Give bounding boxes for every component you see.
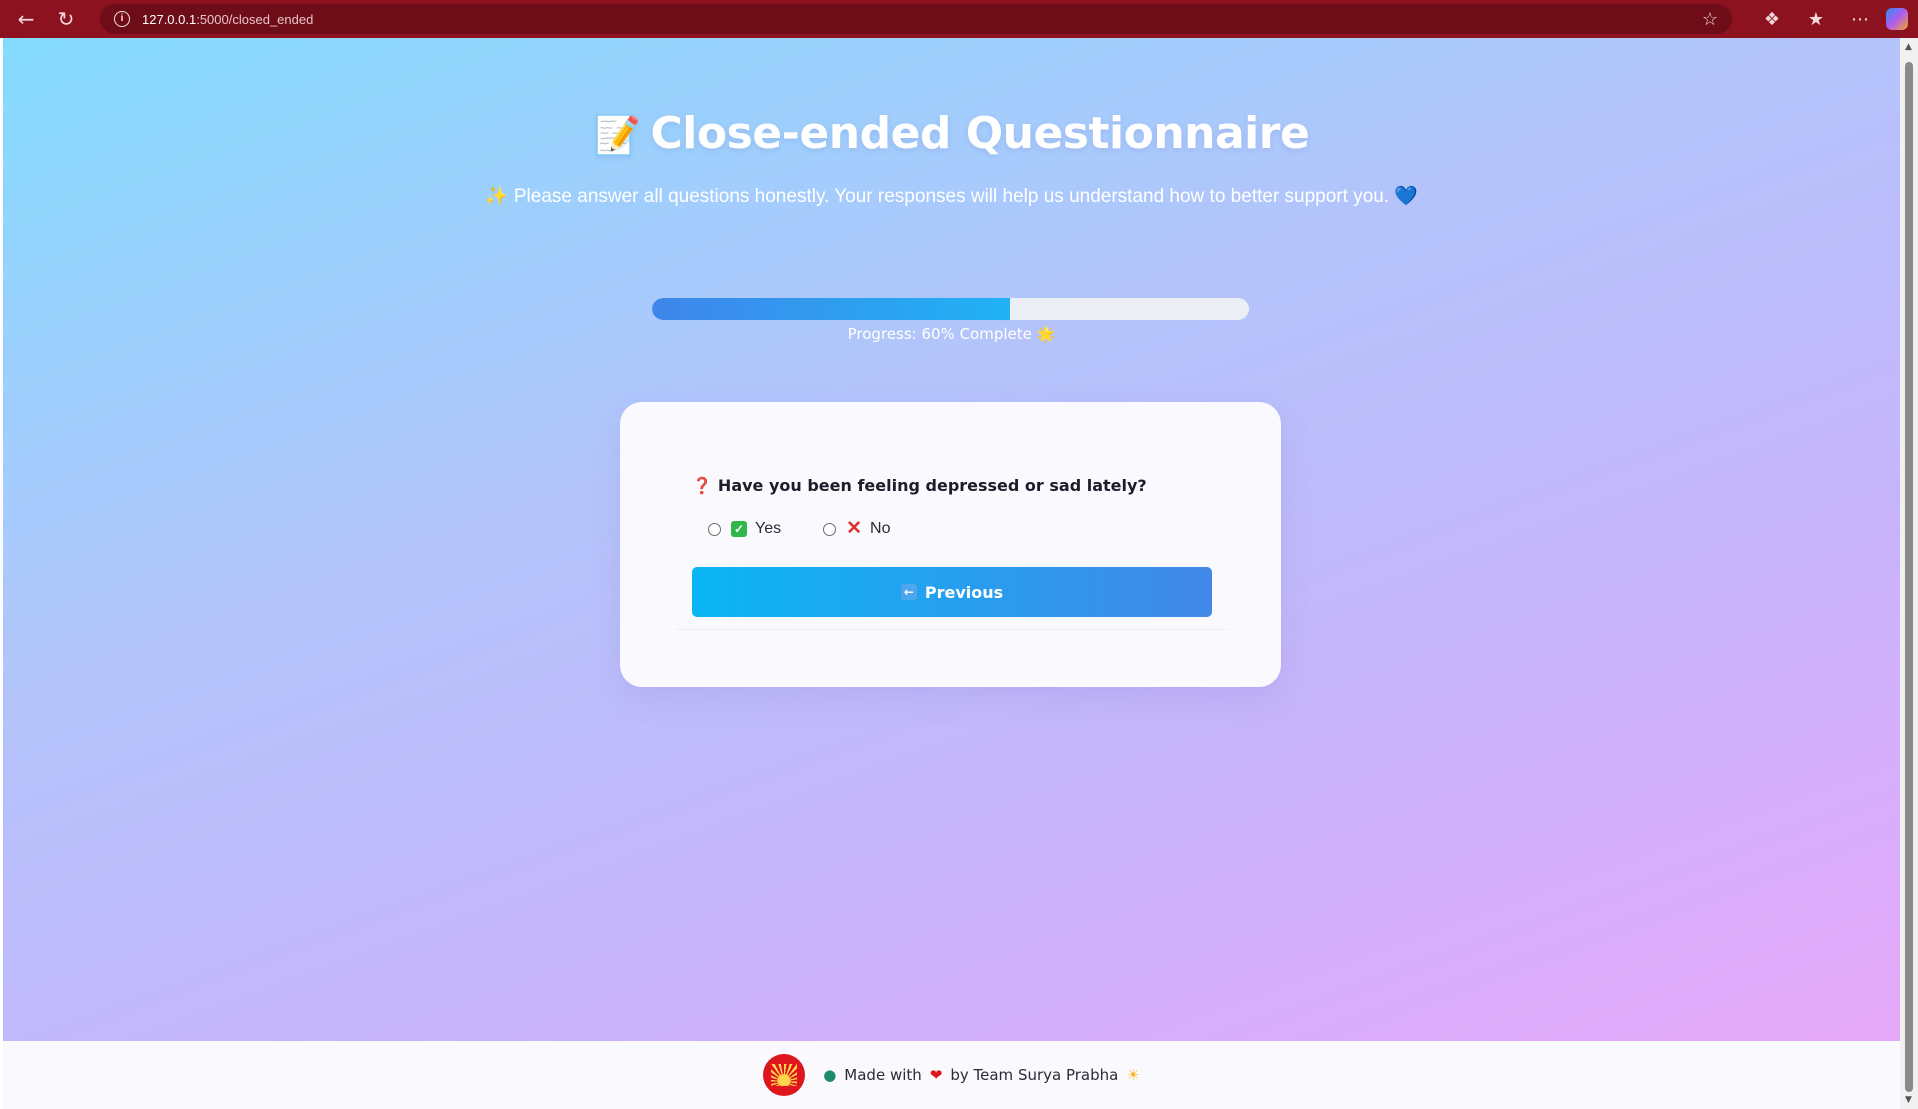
page-footer: ● Made with ❤ by Team Surya Prabha ☀ xyxy=(3,1041,1900,1109)
footer-team: by Team Surya Prabha xyxy=(950,1066,1119,1084)
option-no-label: No xyxy=(870,520,891,537)
sunburst-icon xyxy=(771,1064,798,1086)
url-path: :5000/closed_ended xyxy=(196,11,314,27)
globe-icon: ● xyxy=(823,1066,837,1084)
browser-toolbar: ← ↻ i 127.0.0.1:5000/closed_ended ☆ ❖ ★ … xyxy=(0,0,1918,38)
memo-icon: 📝 xyxy=(593,113,641,157)
subtitle-text: Please answer all questions honestly. Yo… xyxy=(513,186,1390,207)
scroll-up-icon[interactable]: ▲ xyxy=(1905,42,1912,52)
more-menu-icon[interactable]: ⋯ xyxy=(1838,9,1882,30)
left-arrow-icon: ← xyxy=(900,584,917,600)
option-yes-label: Yes xyxy=(755,520,782,537)
previous-button-label: Previous xyxy=(924,582,1004,602)
page-title-text: Close-ended Questionnaire xyxy=(650,108,1310,159)
progress-label-text: Progress: 60% Complete xyxy=(847,325,1032,343)
option-no[interactable]: ✕ No xyxy=(823,518,891,539)
back-arrow-icon[interactable]: ← xyxy=(6,0,46,38)
question-text: Have you been feeling depressed or sad l… xyxy=(717,476,1147,495)
favorites-icon[interactable]: ★ xyxy=(1794,9,1838,30)
url-host: 127.0.0.1 xyxy=(142,11,197,27)
reload-icon[interactable]: ↻ xyxy=(46,0,86,38)
red-heart-icon: ❤ xyxy=(929,1066,943,1084)
page-title: 📝 Close-ended Questionnaire xyxy=(3,108,1900,159)
page-subtitle: ✨ Please answer all questions honestly. … xyxy=(3,184,1900,208)
previous-button[interactable]: ← Previous xyxy=(692,567,1212,617)
progress-bar-fill xyxy=(652,298,1011,320)
footer-made-with: Made with xyxy=(844,1066,922,1084)
toolbar-right: ❖ ★ ⋯ xyxy=(1750,0,1918,38)
team-logo xyxy=(763,1054,806,1096)
sun-icon: ☀ xyxy=(1126,1066,1140,1084)
favorite-star-icon[interactable]: ☆ xyxy=(1702,9,1718,30)
address-bar[interactable]: i 127.0.0.1:5000/closed_ended ☆ xyxy=(100,4,1732,34)
question-card: ❓ Have you been feeling depressed or sad … xyxy=(620,402,1281,687)
info-icon[interactable]: i xyxy=(114,11,130,27)
cross-mark-icon: ✕ xyxy=(846,518,863,539)
card-divider xyxy=(676,629,1228,630)
question: ❓ Have you been feeling depressed or sad … xyxy=(692,476,1147,495)
scroll-down-icon[interactable]: ▼ xyxy=(1905,1095,1912,1105)
radio-no[interactable] xyxy=(823,522,837,536)
page-viewport: 📝 Close-ended Questionnaire ✨ Please answ… xyxy=(3,38,1900,1109)
blue-heart-icon: 💙 xyxy=(1394,186,1419,207)
progress-bar xyxy=(652,298,1249,320)
scroll-thumb[interactable] xyxy=(1905,62,1913,1092)
answer-options: ✓ Yes ✕ No xyxy=(708,518,932,539)
radio-yes[interactable] xyxy=(708,522,721,536)
progress-label: Progress: 60% Complete 🌟 xyxy=(3,325,1900,343)
question-mark-icon: ❓ xyxy=(692,476,712,495)
sparkles-icon: ✨ xyxy=(484,186,509,207)
star-icon: 🌟 xyxy=(1036,325,1056,343)
check-mark-icon: ✓ xyxy=(731,521,747,537)
copilot-icon[interactable] xyxy=(1886,8,1908,30)
extensions-icon[interactable]: ❖ xyxy=(1750,9,1794,30)
vertical-scrollbar[interactable]: ▲ ▼ xyxy=(1900,38,1918,1109)
option-yes[interactable]: ✓ Yes xyxy=(708,520,781,538)
